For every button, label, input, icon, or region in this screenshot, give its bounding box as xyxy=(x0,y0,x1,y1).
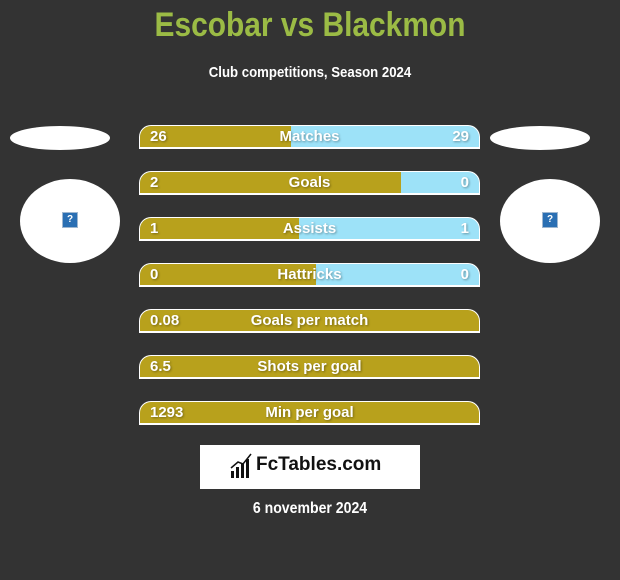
stat-bar-hattricks: 0 Hattricks 0 xyxy=(139,263,480,287)
stat-bar-goals-per-match: 0.08 Goals per match xyxy=(139,309,480,333)
stat-bar-matches: 26 Matches 29 xyxy=(139,125,480,149)
stat-label: Goals per match xyxy=(250,312,369,329)
stat-label: Matches xyxy=(279,128,340,145)
fctables-logo[interactable]: FcTables.com xyxy=(200,445,420,489)
stat-label: Assists xyxy=(282,220,337,237)
bar-chart-logo-icon xyxy=(230,453,252,478)
right-value: 0 xyxy=(460,174,469,191)
right-player-name-placeholder xyxy=(490,126,590,150)
right-value: 0 xyxy=(460,266,469,283)
date-label: 6 november 2024 xyxy=(252,500,368,517)
right-player-avatar: ? xyxy=(500,179,600,263)
stat-label: Min per goal xyxy=(265,404,354,421)
stat-bar-shots-per-goal: 6.5 Shots per goal xyxy=(139,355,480,379)
competition-subtitle: Club competitions, Season 2024 xyxy=(208,64,412,81)
missing-image-icon: ? xyxy=(542,212,558,228)
logo-text: FcTables.com xyxy=(256,454,382,475)
stat-label: Goals xyxy=(288,174,331,191)
missing-image-icon: ? xyxy=(62,212,78,228)
page-title: Escobar vs Blackmon xyxy=(154,6,466,44)
right-value: 29 xyxy=(452,128,469,145)
stat-bar-goals: 2 Goals 0 xyxy=(139,171,480,195)
stat-label: Shots per goal xyxy=(257,358,362,375)
stat-bar-min-per-goal: 1293 Min per goal xyxy=(139,401,480,425)
right-value: 1 xyxy=(460,220,469,237)
left-player-avatar: ? xyxy=(20,179,120,263)
stat-label: Hattricks xyxy=(277,266,342,283)
stat-bar-assists: 1 Assists 1 xyxy=(139,217,480,241)
left-player-name-placeholder xyxy=(10,126,110,150)
